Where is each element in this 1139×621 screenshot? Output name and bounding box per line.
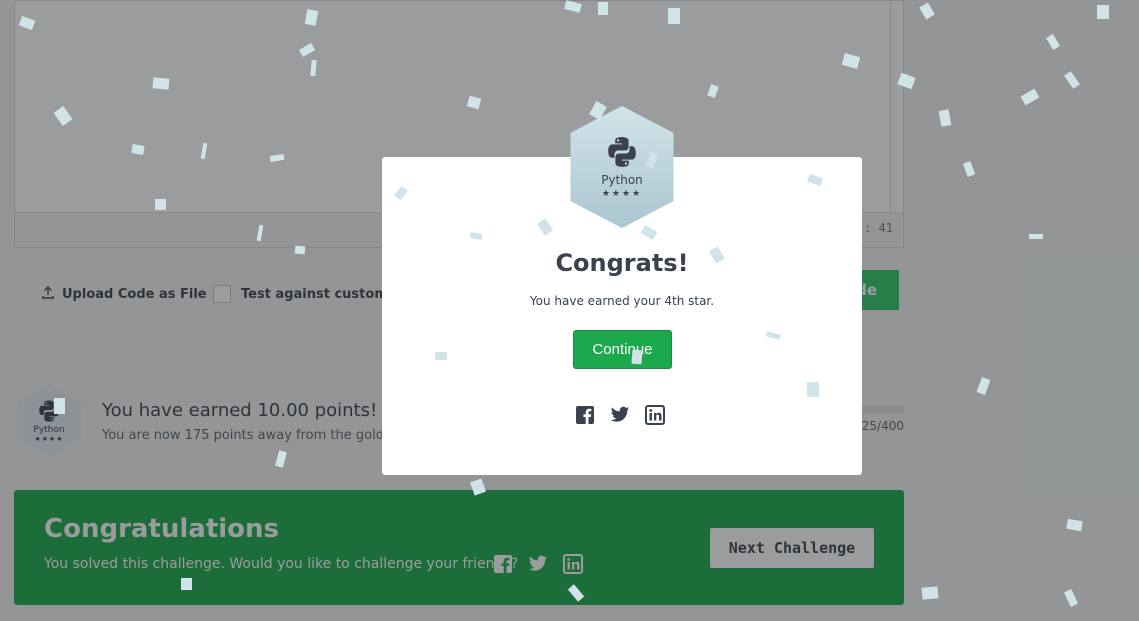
modal-share-icons — [574, 404, 665, 425]
continue-label: Continue — [592, 341, 653, 358]
modal-subtitle: You have earned your 4th star. — [529, 294, 715, 308]
twitter-icon[interactable] — [609, 404, 630, 425]
python-icon — [608, 137, 636, 167]
facebook-icon[interactable] — [574, 404, 595, 425]
modal-python-badge: Python ★★★★ — [566, 106, 678, 228]
continue-button[interactable]: Continue — [573, 330, 672, 369]
modal-title: Congrats! — [555, 249, 689, 277]
modal-badge-stars: ★★★★ — [601, 189, 643, 199]
modal-badge-name: Python — [601, 173, 643, 187]
linkedin-icon[interactable] — [644, 404, 665, 425]
